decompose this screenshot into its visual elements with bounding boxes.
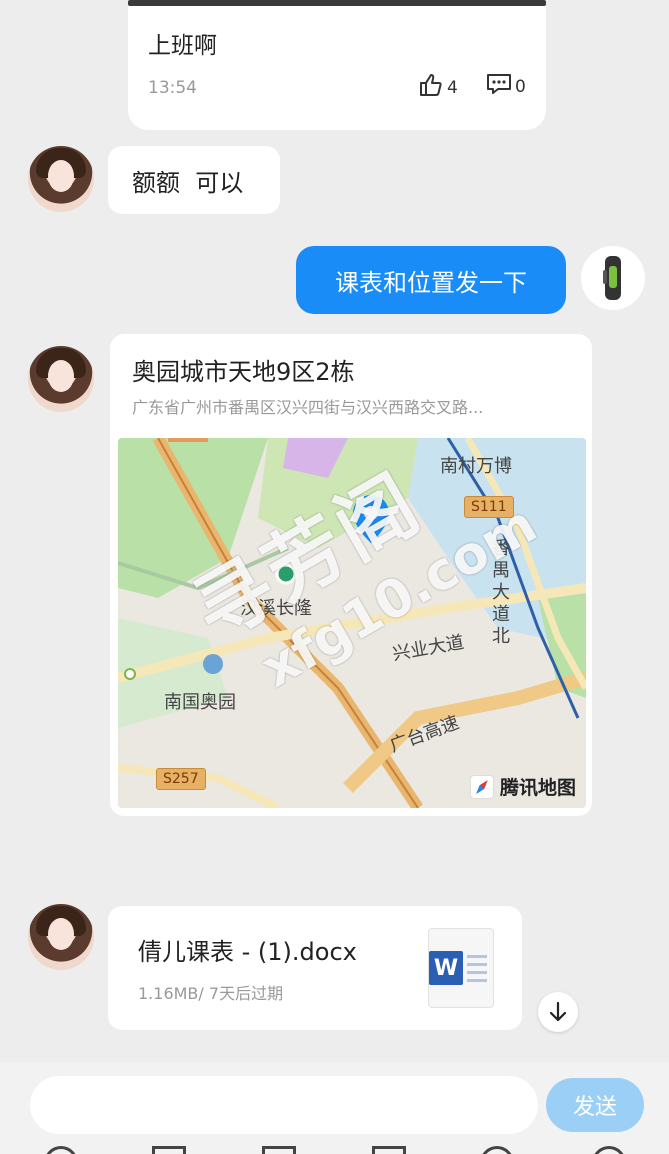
contact-avatar[interactable]	[28, 904, 94, 970]
map-shield-s111: S111	[464, 496, 514, 518]
word-document-icon: W	[428, 928, 494, 1008]
post-time: 13:54	[148, 78, 197, 98]
arrow-down-icon	[549, 1001, 567, 1022]
scroll-to-bottom-button[interactable]	[538, 992, 578, 1032]
send-button[interactable]: 发送	[546, 1078, 644, 1132]
file-name: 倩儿课表 - (1).docx	[138, 938, 357, 966]
composer-bar: 发送	[0, 1062, 669, 1154]
message-input[interactable]	[30, 1076, 538, 1134]
camera-icon[interactable]	[262, 1146, 296, 1154]
contact-avatar[interactable]	[28, 146, 94, 212]
map-preview[interactable]: 南村万博 S111 番禺大道北 汉溪长隆 兴业大道 南国奥园 广台高速 S257…	[118, 438, 586, 808]
location-address: 广东省广州市番禺区汉兴四街与汉兴西路交叉路...	[132, 398, 484, 417]
moment-post-card[interactable]: 上班啊 13:54 4 0	[128, 0, 546, 130]
file-message-card[interactable]: 倩儿课表 - (1).docx 1.16MB/ 7天后过期 W	[108, 906, 522, 1030]
map-shield-s257: S257	[156, 768, 206, 790]
fitness-band-icon	[603, 256, 621, 300]
message-text: 课表和位置发一下	[335, 268, 527, 297]
location-card[interactable]: 奥园城市天地9区2栋 广东省广州市番禺区汉兴四街与汉兴西路交叉路... 南村万博…	[110, 334, 592, 816]
message-text: 额额 可以	[132, 168, 244, 197]
message-bubble-incoming[interactable]: 额额 可以	[108, 146, 280, 214]
location-name: 奥园城市天地9区2栋	[132, 358, 355, 386]
image-icon[interactable]	[152, 1146, 186, 1154]
comment-button[interactable]: 0	[486, 72, 526, 101]
comment-icon	[486, 72, 512, 101]
compass-icon	[469, 774, 494, 799]
file-icon[interactable]	[372, 1146, 406, 1154]
contact-avatar[interactable]	[28, 346, 94, 412]
file-meta: 1.16MB/ 7天后过期	[138, 984, 284, 1003]
post-title: 上班啊	[148, 33, 217, 59]
like-button[interactable]: 4	[418, 72, 458, 103]
map-background	[118, 438, 586, 808]
post-image-edge	[128, 0, 546, 6]
thumbs-up-icon	[418, 72, 444, 103]
like-count: 4	[447, 77, 458, 98]
map-label-panyu-road: 番禺大道北	[492, 538, 510, 647]
message-bubble-outgoing[interactable]: 课表和位置发一下	[296, 246, 566, 314]
my-avatar[interactable]	[581, 246, 645, 310]
map-brand-label: 腾讯地图	[499, 777, 576, 799]
comment-count: 0	[515, 76, 526, 97]
map-label-nanguo: 南国奥园	[164, 692, 236, 713]
map-label-nancun: 南村万博	[440, 456, 512, 477]
map-label-hanxi: 汉溪长隆	[240, 598, 312, 619]
map-brand: 腾讯地图	[469, 773, 576, 800]
chat-screen: 上班啊 13:54 4 0 额额 可以 课表和位置发一下 奥园城市天地9区2栋 …	[0, 0, 669, 1154]
